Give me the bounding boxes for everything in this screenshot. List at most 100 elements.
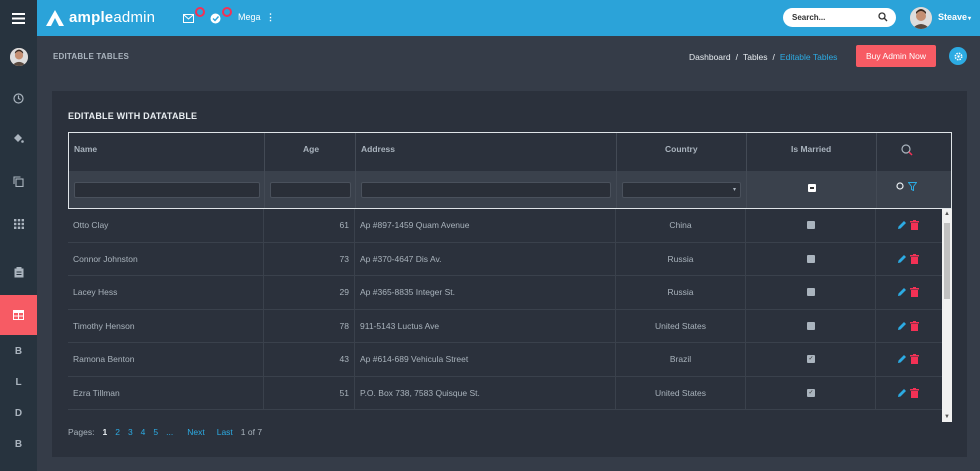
cell-address: Ap #365-8835 Integer St. — [355, 276, 616, 309]
delete-trash-icon[interactable] — [910, 253, 919, 264]
sidebar-profile[interactable] — [0, 41, 37, 72]
search-toggle-icon[interactable] — [901, 144, 913, 156]
filter-address-input[interactable] — [362, 183, 610, 197]
cell-age: 51 — [264, 376, 355, 410]
edit-pencil-icon[interactable] — [897, 287, 907, 297]
pager-page-3[interactable]: 3 — [128, 427, 133, 437]
delete-trash-icon[interactable] — [910, 220, 919, 230]
clipboard-icon — [14, 267, 23, 278]
filter-age-input[interactable] — [271, 183, 350, 197]
cell-country: Russia — [616, 276, 746, 309]
sidebar-item-dashboard[interactable] — [0, 83, 37, 114]
sidebar-item-letter-b2[interactable]: B — [0, 429, 37, 460]
sidebar-item-ui[interactable] — [0, 123, 37, 154]
filter-country-select[interactable]: ▾ — [622, 182, 741, 198]
delete-trash-icon[interactable] — [910, 320, 919, 331]
sidebar-item-tables[interactable] — [0, 295, 37, 335]
pagination: Pages: 1 2 3 4 5 ... Next Last 1 of 7 — [68, 427, 270, 437]
edit-pencil-icon[interactable] — [897, 388, 907, 398]
cell-name: Connor Johnston — [68, 242, 264, 276]
breadcrumb-tables[interactable]: Tables — [743, 52, 768, 62]
sidebar-item-letter-b[interactable]: B — [0, 336, 37, 367]
table-row[interactable]: Otto Clay 61 Ap #897-1459 Quam Avenue China — [68, 209, 942, 243]
pager-summary: 1 of 7 — [240, 427, 263, 437]
brand-logo-link[interactable]: ampleadmin — [46, 9, 155, 26]
table-row[interactable]: Timothy Henson 78 911-5143 Luctus Ave Unite… — [68, 309, 942, 343]
pager-page-2[interactable]: 2 — [115, 427, 120, 437]
buy-admin-button[interactable]: Buy Admin Now — [856, 45, 936, 67]
edit-pencil-icon[interactable] — [897, 354, 907, 364]
checkbox-unchecked[interactable] — [807, 288, 815, 296]
table-scrollbar[interactable]: ▲ ▼ — [942, 209, 952, 422]
pager-last[interactable]: Last — [217, 427, 233, 437]
avatar-image — [910, 7, 932, 29]
sidebar-item-letter-l[interactable]: L — [0, 367, 37, 398]
cell-is-married: ✓ — [746, 343, 876, 376]
filter-icon[interactable] — [908, 182, 917, 191]
breadcrumb-dashboard[interactable]: Dashboard — [689, 52, 731, 62]
menu-toggle-button[interactable] — [0, 0, 37, 36]
delete-trash-icon[interactable] — [910, 354, 919, 364]
checkbox-unchecked[interactable] — [807, 221, 815, 229]
filter-married-checkbox[interactable] — [808, 184, 816, 192]
sidebar-item-forms[interactable] — [0, 257, 37, 288]
cell-is-married — [746, 309, 876, 343]
edit-pencil-icon[interactable] — [897, 321, 907, 331]
cell-actions — [876, 343, 942, 376]
pager-page-4[interactable]: 4 — [141, 427, 146, 437]
filter-name-input[interactable] — [75, 183, 259, 197]
card-title: EDITABLE WITH DATATABLE — [68, 111, 198, 121]
pager-page-1[interactable]: 1 — [102, 427, 107, 437]
pager-ellipsis[interactable]: ... — [166, 427, 173, 437]
scroll-thumb[interactable] — [944, 223, 950, 299]
cell-address: Ap #897-1459 Quam Avenue — [355, 209, 616, 242]
table-row[interactable]: Ezra Tillman 51 P.O. Box 738, 7583 Quisque… — [68, 376, 942, 410]
cell-age: 61 — [264, 209, 355, 242]
checkbox-checked[interactable]: ✓ — [807, 388, 815, 397]
sidebar-item-letter-d[interactable]: D — [0, 398, 37, 429]
column-header-is-married[interactable]: Is Married — [747, 133, 877, 171]
search-mode-icon[interactable] — [896, 182, 904, 190]
column-header-name[interactable]: Name — [69, 133, 265, 171]
user-avatar[interactable] — [910, 7, 932, 29]
vertical-dots-icon: ⋮ — [266, 12, 276, 22]
breadcrumb: Dashboard / Tables / Editable Tables — [689, 52, 838, 62]
cell-name: Timothy Henson — [68, 309, 264, 343]
sidebar-item-apps[interactable] — [0, 208, 37, 239]
table-body: Otto Clay 61 Ap #897-1459 Quam Avenue China… — [68, 209, 942, 422]
delete-trash-icon[interactable] — [910, 287, 919, 297]
search-icon[interactable] — [878, 12, 888, 22]
column-header-address[interactable]: Address — [356, 133, 617, 171]
messages-button[interactable] — [183, 7, 205, 26]
tasks-button[interactable] — [210, 7, 232, 26]
checkbox-unchecked[interactable] — [807, 321, 815, 330]
table-icon — [13, 310, 24, 320]
pager-next[interactable]: Next — [187, 427, 204, 437]
sidebar-item-pages[interactable] — [0, 166, 37, 197]
scroll-down-arrow-icon[interactable]: ▼ — [944, 414, 950, 420]
cell-country: United States — [616, 376, 746, 410]
column-header-age[interactable]: Age — [265, 133, 356, 171]
cell-address: Ap #614-689 Vehicula Street — [355, 343, 616, 376]
cell-is-married — [746, 276, 876, 309]
column-header-country[interactable]: Country — [617, 133, 747, 171]
edit-pencil-icon[interactable] — [897, 220, 907, 230]
edit-pencil-icon[interactable] — [897, 254, 907, 264]
cell-age: 43 — [264, 343, 355, 376]
pager-label: Pages: — [68, 427, 95, 437]
table-row[interactable]: Lacey Hess 29 Ap #365-8835 Integer St. Russ… — [68, 276, 942, 310]
checkbox-checked[interactable]: ✓ — [807, 355, 815, 363]
cell-actions — [876, 209, 942, 242]
search-input[interactable] — [792, 13, 872, 22]
mega-menu-button[interactable]: Mega ⋮ — [238, 12, 275, 23]
cell-name: Otto Clay — [68, 209, 264, 242]
delete-trash-icon[interactable] — [910, 387, 919, 398]
settings-button[interactable] — [949, 47, 967, 65]
checkbox-unchecked[interactable] — [807, 254, 815, 263]
pager-page-5[interactable]: 5 — [153, 427, 158, 437]
user-menu-button[interactable]: Steave▾ — [938, 12, 971, 22]
table-row[interactable]: Ramona Benton 43 Ap #614-689 Vehicula Stre… — [68, 343, 942, 377]
page-title: EDITABLE TABLES — [53, 52, 130, 61]
scroll-up-arrow-icon[interactable]: ▲ — [944, 211, 950, 217]
table-row[interactable]: Connor Johnston 73 Ap #370-4647 Dis Av. Rus… — [68, 242, 942, 276]
